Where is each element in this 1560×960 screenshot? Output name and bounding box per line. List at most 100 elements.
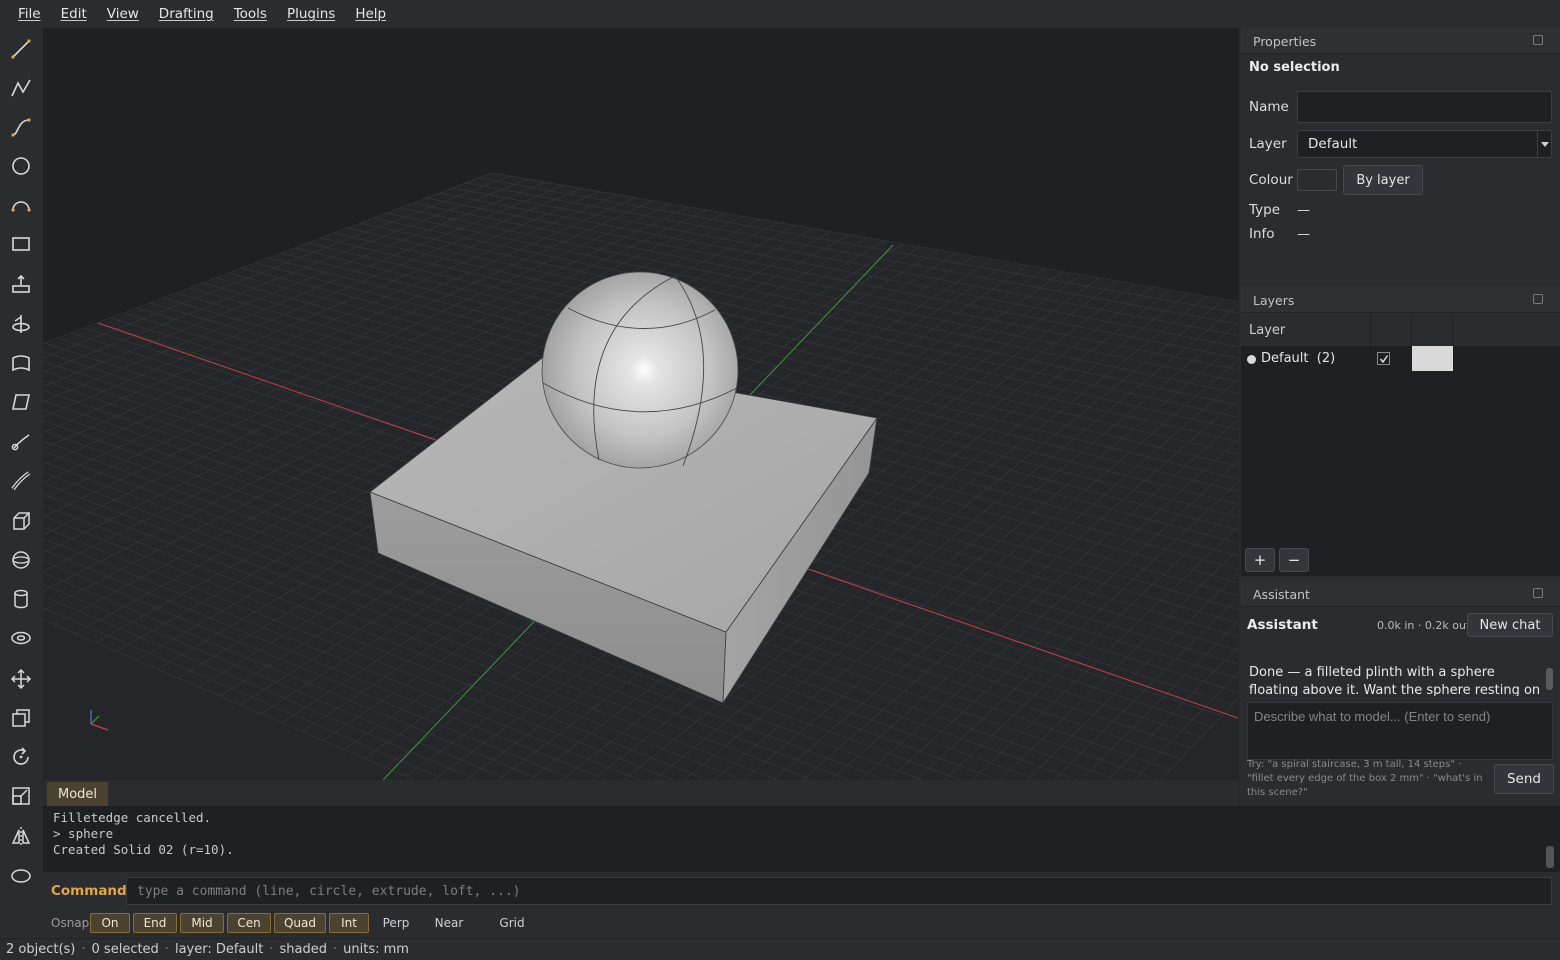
console-line: > sphere bbox=[53, 826, 114, 841]
extrude-tool-icon[interactable] bbox=[8, 271, 34, 297]
info-label: Info bbox=[1249, 226, 1275, 242]
remove-layer-button[interactable]: − bbox=[1279, 548, 1309, 572]
scale-tool-icon[interactable] bbox=[8, 783, 34, 809]
sphere-solid bbox=[541, 271, 739, 469]
layers-table: Layer Default (2) bbox=[1241, 314, 1560, 576]
properties-panel-title: Properties bbox=[1253, 34, 1317, 49]
torus-solid-icon[interactable] bbox=[8, 625, 34, 651]
curve-tool-icon[interactable] bbox=[8, 114, 34, 140]
menu-edit[interactable]: Edit bbox=[51, 6, 97, 22]
command-row: Command bbox=[43, 874, 1560, 908]
command-input[interactable] bbox=[126, 877, 1552, 905]
cylinder-solid-icon[interactable] bbox=[8, 586, 34, 612]
plane-surface-icon[interactable] bbox=[8, 389, 34, 415]
status-layer: layer: Default bbox=[174, 942, 264, 957]
box-solid-icon[interactable] bbox=[8, 508, 34, 534]
menu-file[interactable]: File bbox=[8, 6, 51, 22]
menu-plugins[interactable]: Plugins bbox=[277, 6, 345, 22]
polyline-tool-icon[interactable] bbox=[8, 75, 34, 101]
tab-model[interactable]: Model bbox=[47, 782, 109, 806]
copy-tool-icon[interactable] bbox=[8, 705, 34, 731]
send-button[interactable]: Send bbox=[1494, 764, 1554, 794]
right-dock: Properties No selection Name Layer Defau… bbox=[1238, 28, 1560, 806]
status-separator: · bbox=[332, 942, 338, 957]
sphere-solid-icon[interactable] bbox=[8, 547, 34, 573]
scene-canvas[interactable] bbox=[43, 28, 1238, 780]
status-shading: shaded bbox=[279, 942, 327, 957]
osnap-near-toggle[interactable]: Near bbox=[427, 913, 471, 933]
checkmark-icon bbox=[1379, 354, 1388, 363]
loft-tool-icon[interactable] bbox=[8, 350, 34, 376]
osnap-on-toggle[interactable]: On bbox=[90, 913, 130, 933]
pipe-tool-icon[interactable] bbox=[8, 468, 34, 494]
3d-viewport[interactable] bbox=[43, 28, 1238, 780]
osnap-perp-toggle[interactable]: Perp bbox=[374, 913, 418, 933]
colour-swatch[interactable] bbox=[1297, 169, 1337, 191]
assistant-message: Done — a filleted plinth with a sphere f… bbox=[1249, 665, 1541, 696]
osnap-cen-toggle[interactable]: Cen bbox=[227, 913, 271, 933]
assistant-panel: Assistant 0.0k in · 0.2k out New chat Do… bbox=[1241, 610, 1560, 806]
colour-label: Colour bbox=[1249, 172, 1293, 188]
command-history: Filletedge cancelled. > sphere Created S… bbox=[43, 806, 1560, 872]
osnap-int-toggle[interactable]: Int bbox=[329, 913, 369, 933]
menu-tools[interactable]: Tools bbox=[224, 6, 277, 22]
circle-tool-icon[interactable] bbox=[8, 153, 34, 179]
visibility-column-header[interactable] bbox=[1371, 314, 1412, 346]
sweep-tool-icon[interactable] bbox=[8, 429, 34, 455]
token-usage: 0.0k in · 0.2k out bbox=[1377, 619, 1471, 632]
layer-select-value: Default bbox=[1308, 136, 1358, 152]
status-separator: · bbox=[269, 942, 274, 957]
add-layer-button[interactable]: + bbox=[1245, 548, 1275, 572]
arc-tool-icon[interactable] bbox=[8, 192, 34, 218]
assistant-prompt-input[interactable] bbox=[1247, 702, 1553, 760]
float-panel-icon[interactable] bbox=[1533, 294, 1543, 304]
rectangle-tool-icon[interactable] bbox=[8, 231, 34, 257]
type-value: — bbox=[1297, 203, 1310, 218]
chat-scrollbar[interactable] bbox=[1546, 668, 1553, 690]
layers-panel-title: Layers bbox=[1253, 293, 1295, 308]
rotate-tool-icon[interactable] bbox=[8, 744, 34, 770]
layers-panel-header: Layers bbox=[1241, 287, 1560, 313]
osnap-quad-toggle[interactable]: Quad bbox=[274, 913, 326, 933]
float-panel-icon[interactable] bbox=[1533, 588, 1543, 598]
layer-label: Layer bbox=[1249, 136, 1287, 152]
menu-bar: File Edit View Drafting Tools Plugins He… bbox=[0, 0, 1560, 28]
menu-view[interactable]: View bbox=[97, 6, 149, 22]
menu-drafting[interactable]: Drafting bbox=[149, 6, 224, 22]
layer-visible-checkbox[interactable] bbox=[1377, 352, 1390, 365]
name-field[interactable] bbox=[1297, 91, 1552, 123]
mirror-tool-icon[interactable] bbox=[8, 823, 34, 849]
assistant-title: Assistant bbox=[1247, 617, 1318, 633]
revolve-tool-icon[interactable] bbox=[8, 311, 34, 337]
menu-help[interactable]: Help bbox=[345, 6, 396, 22]
move-tool-icon[interactable] bbox=[8, 666, 34, 692]
colour-column-header[interactable] bbox=[1412, 314, 1453, 346]
properties-panel-header: Properties bbox=[1241, 28, 1560, 54]
new-chat-button[interactable]: New chat bbox=[1467, 613, 1553, 637]
layer-row[interactable]: Default (2) bbox=[1241, 346, 1560, 372]
viewport-tab-bar: Model bbox=[43, 780, 1238, 806]
ellipse-tool-icon[interactable] bbox=[8, 862, 34, 888]
selection-status: No selection bbox=[1249, 60, 1340, 75]
layer-select[interactable]: Default bbox=[1297, 130, 1552, 158]
chat-transcript: Done — a filleted plinth with a sphere f… bbox=[1247, 640, 1543, 696]
console-line: Filletedge cancelled. bbox=[53, 810, 212, 825]
console-line: Created Solid 02 (r=10). bbox=[53, 842, 234, 857]
chevron-down-icon bbox=[1537, 131, 1551, 157]
status-units: units: mm bbox=[343, 942, 409, 957]
console-scrollbar[interactable] bbox=[1546, 846, 1554, 868]
layer-column-header[interactable]: Layer bbox=[1241, 314, 1371, 346]
status-selected-count: 0 selected bbox=[91, 942, 159, 957]
float-panel-icon[interactable] bbox=[1533, 35, 1543, 45]
osnap-end-toggle[interactable]: End bbox=[133, 913, 177, 933]
status-object-count: 2 object(s) bbox=[6, 942, 76, 957]
status-separator: · bbox=[164, 942, 169, 957]
status-separator: · bbox=[81, 942, 86, 957]
tool-palette bbox=[0, 28, 42, 940]
layer-colour-swatch[interactable] bbox=[1412, 346, 1453, 371]
grid-snap-toggle[interactable]: Grid bbox=[490, 913, 534, 933]
line-tool-icon[interactable] bbox=[8, 36, 34, 62]
name-label: Name bbox=[1249, 99, 1289, 115]
by-layer-button[interactable]: By layer bbox=[1343, 165, 1423, 195]
osnap-mid-toggle[interactable]: Mid bbox=[180, 913, 224, 933]
